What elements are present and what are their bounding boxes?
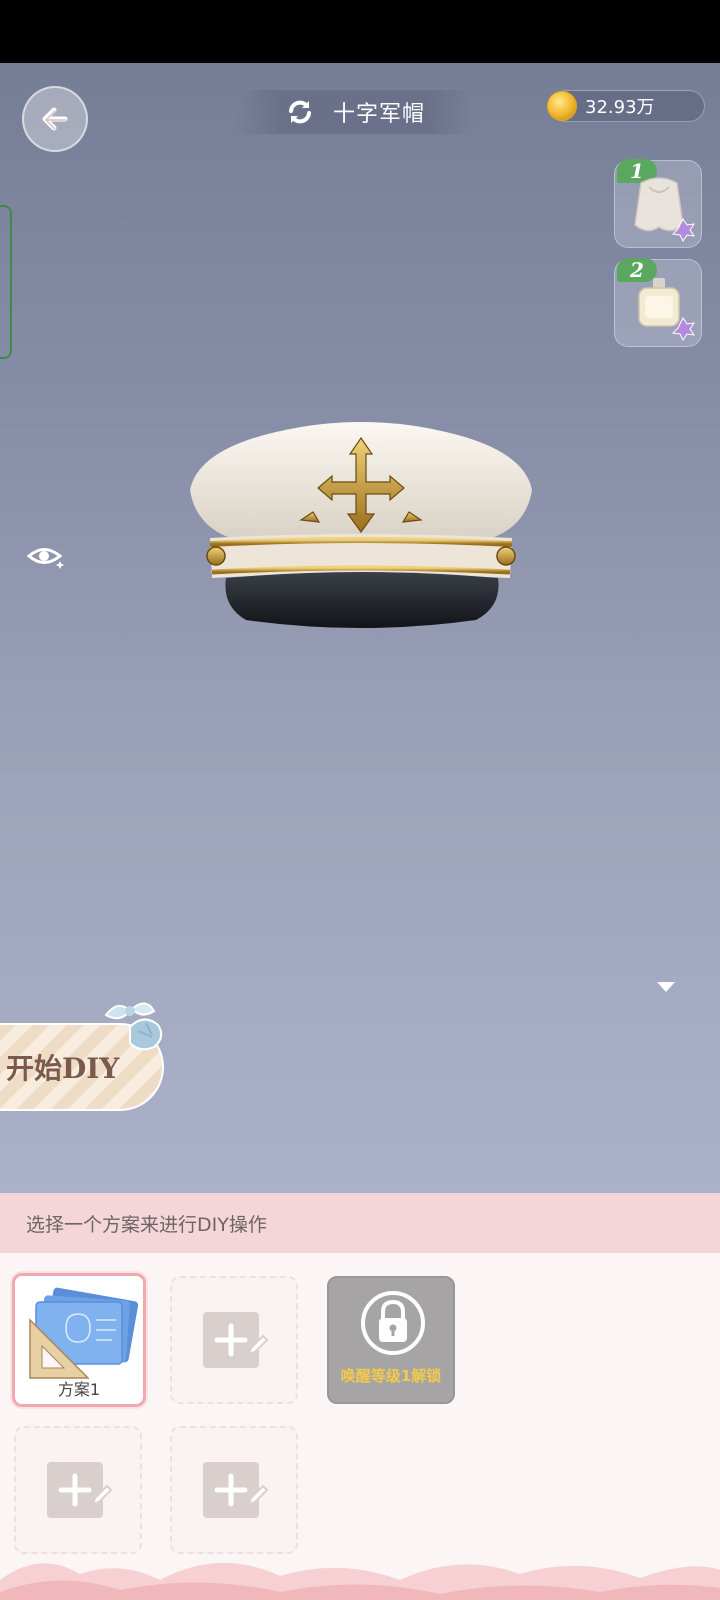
plan-card-3-locked[interactable]: 唤醒等级1解锁 <box>327 1276 455 1404</box>
start-diy-label: 开始DIY <box>6 1052 120 1085</box>
officer-cap-preview <box>190 422 532 628</box>
white-cape-icon <box>634 177 696 242</box>
eye-icon[interactable] <box>26 541 66 571</box>
preview-stage[interactable]: 十字军帽 32.93万 1 2 开始DIY <box>0 63 720 1193</box>
refresh-icon[interactable] <box>285 97 315 127</box>
blueprint-icon <box>29 1287 139 1379</box>
dropdown-arrow-icon[interactable] <box>656 981 676 993</box>
lock-icon <box>361 1291 425 1355</box>
left-edge-tab[interactable] <box>0 205 12 359</box>
plan-card-5[interactable] <box>170 1426 298 1554</box>
unlock-requirement-text: 唤醒等级1解锁 <box>340 1367 442 1385</box>
plan-card-4[interactable] <box>14 1426 142 1554</box>
perfume-bottle-icon <box>638 278 696 341</box>
add-plan-icon <box>47 1462 113 1518</box>
currency-amount: 32.93万 <box>585 97 655 118</box>
currency-display[interactable]: 32.93万 <box>547 90 705 122</box>
plan-card-2[interactable] <box>170 1276 298 1404</box>
bottom-decoration <box>0 1562 720 1600</box>
item-title-bar[interactable]: 十字军帽 <box>235 90 475 134</box>
status-bar <box>0 0 720 63</box>
plan-card-1-label: 方案1 <box>57 1380 101 1399</box>
panel-hint-text: 选择一个方案来进行DIY操作 <box>26 1213 267 1236</box>
add-plan-icon <box>203 1312 269 1368</box>
side-slot-1[interactable]: 1 <box>614 159 702 248</box>
plan-card-1[interactable]: 方案1 <box>12 1273 146 1407</box>
back-button[interactable] <box>22 86 88 152</box>
plan-panel: 选择一个方案来进行DIY操作 方案1 唤醒等级1解锁 <box>0 1193 720 1600</box>
ribbon-bow-decoration <box>104 1002 163 1051</box>
panel-header: 选择一个方案来进行DIY操作 <box>0 1193 720 1253</box>
back-arrow-icon <box>42 107 68 131</box>
add-plan-icon <box>203 1462 269 1518</box>
item-title: 十字军帽 <box>332 102 425 127</box>
side-slot-2[interactable]: 2 <box>614 258 702 347</box>
coin-icon <box>547 91 577 121</box>
